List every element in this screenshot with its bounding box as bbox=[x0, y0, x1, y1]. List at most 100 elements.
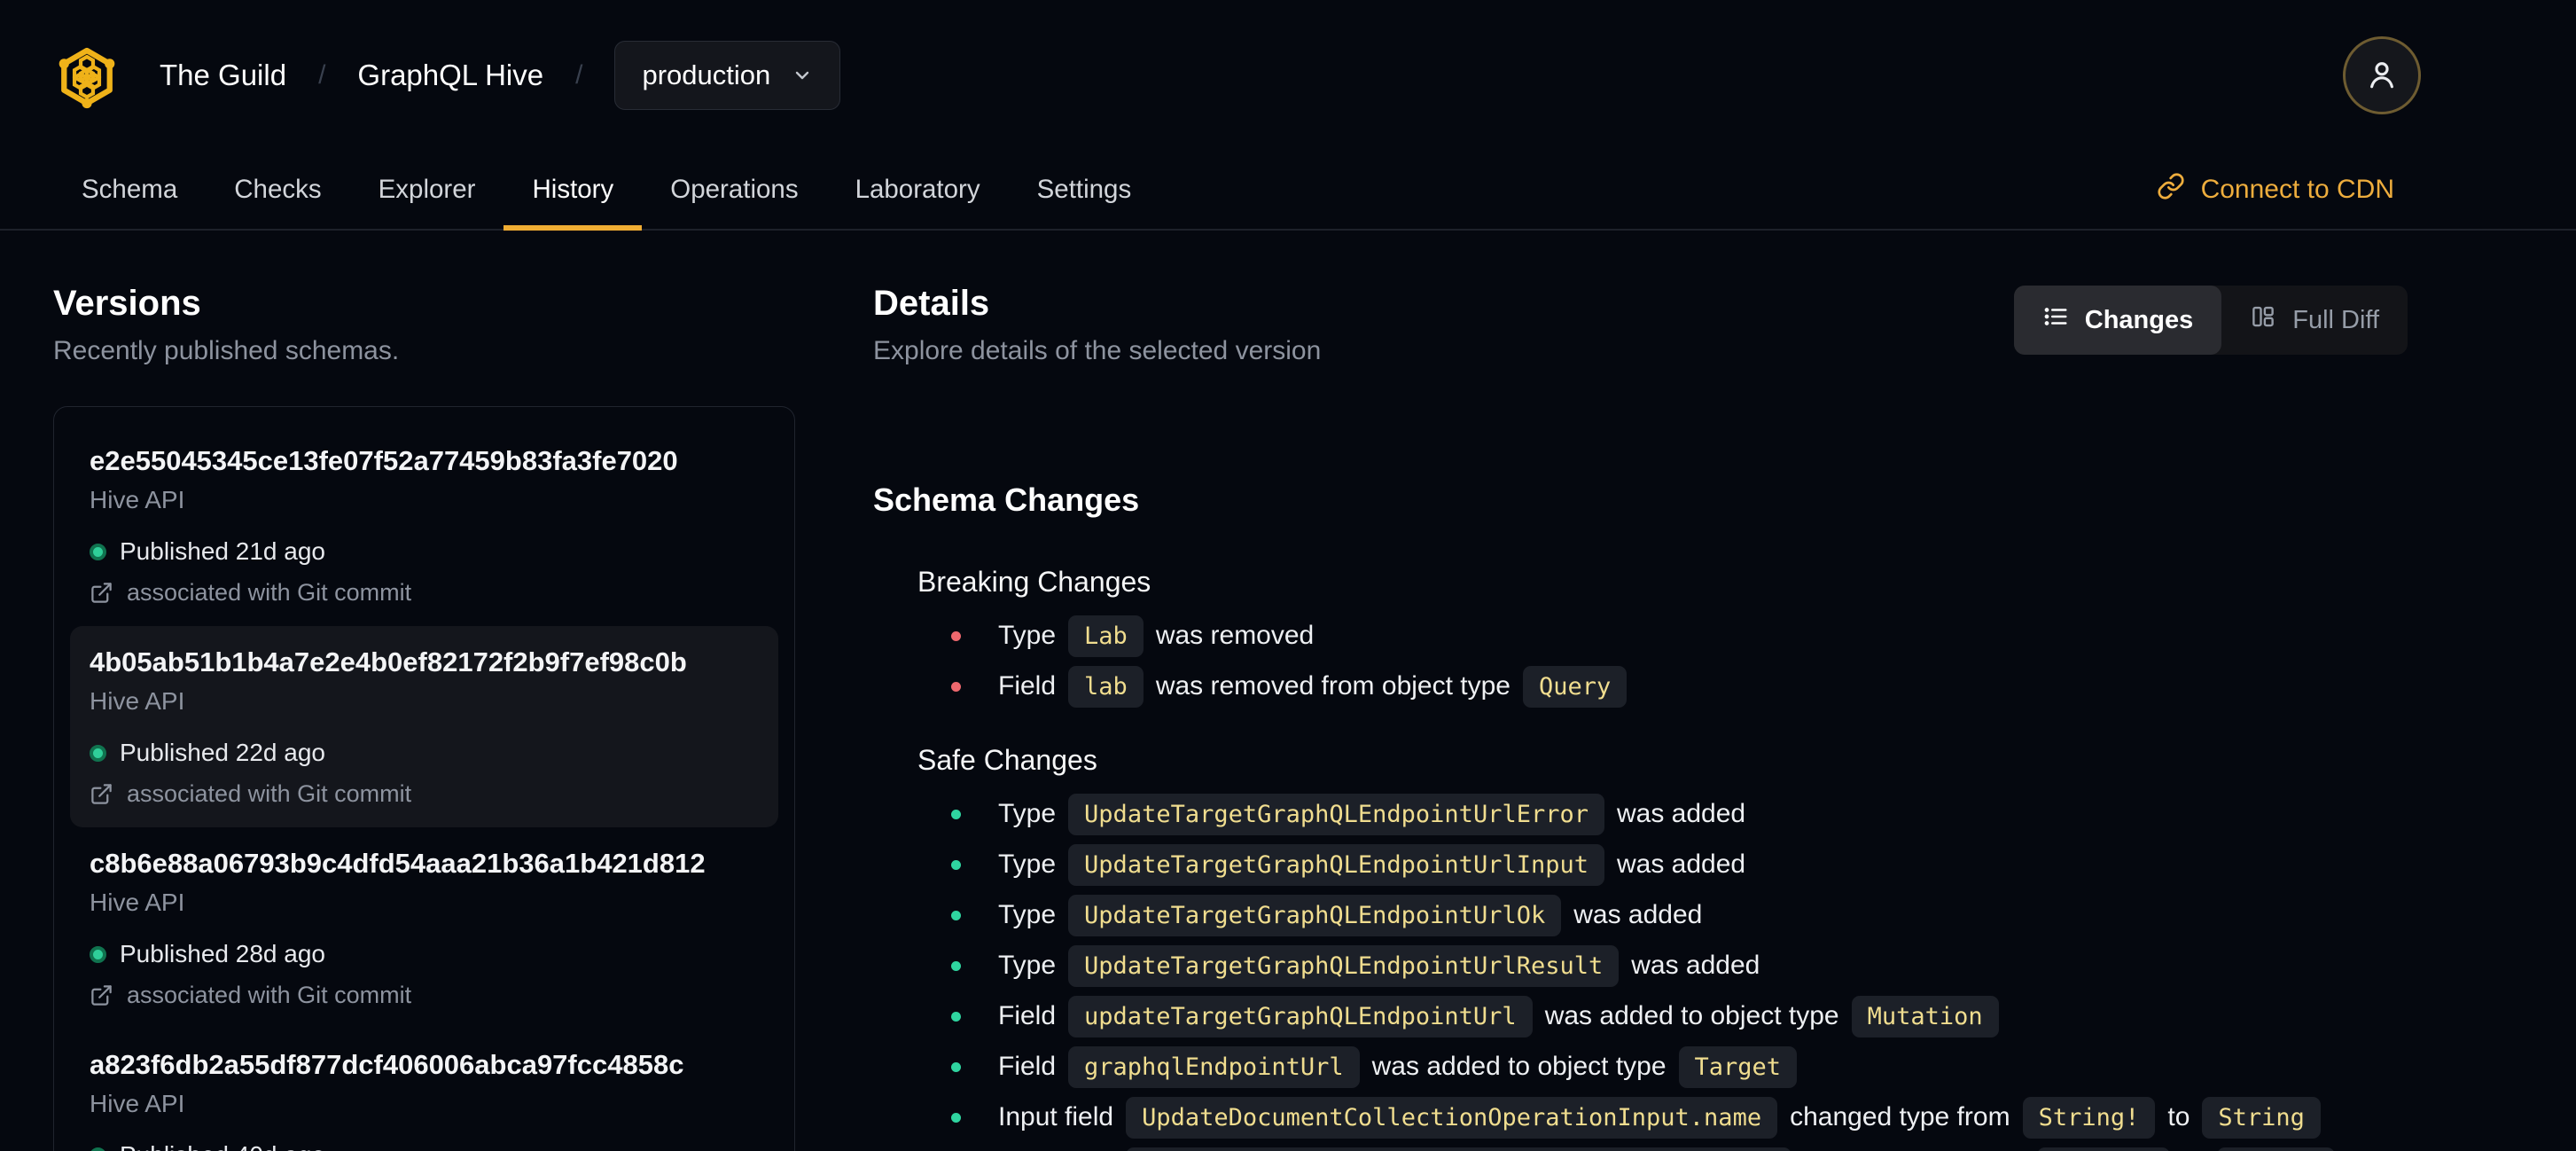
tab-schema[interactable]: Schema bbox=[53, 151, 206, 229]
version-hash: c8b6e88a06793b9c4dfd54aaa21b36a1b421d812 bbox=[90, 848, 706, 879]
bullet-icon bbox=[951, 910, 961, 920]
code-chip: String bbox=[2216, 1147, 2336, 1151]
breadcrumb-separator: / bbox=[575, 60, 583, 90]
version-service: Hive API bbox=[90, 1090, 185, 1117]
bullet-icon bbox=[951, 1011, 961, 1022]
git-commit-label: associated with Git commit bbox=[127, 579, 412, 606]
schema-change-row: Input field UpdateDocumentCollectionOpera… bbox=[873, 1095, 2408, 1139]
versions-list: e2e55045345ce13fe07f52a77459b83fa3fe7020… bbox=[70, 425, 778, 1151]
version-published: Published 22d ago bbox=[120, 739, 325, 766]
git-commit-link[interactable]: associated with Git commit bbox=[90, 780, 759, 808]
breaking-changes-title: Breaking Changes bbox=[917, 566, 1151, 598]
list-icon bbox=[2042, 303, 2069, 337]
schema-change-row: Field graphqlEndpointUrl was added to obje… bbox=[873, 1045, 2408, 1089]
change-text: Field bbox=[998, 1052, 1057, 1081]
safe-changes-group: Safe Changes Type UpdateTargetGraphQLEndp… bbox=[873, 742, 2408, 1151]
version-service: Hive API bbox=[90, 687, 185, 715]
change-text: was added to object type bbox=[1371, 1052, 1667, 1081]
tab-operations[interactable]: Operations bbox=[642, 151, 826, 229]
top-bar: The Guild / GraphQL Hive / production Sc… bbox=[0, 0, 2576, 231]
status-dot-icon bbox=[90, 1147, 106, 1151]
schema-change-row: Type UpdateTargetGraphQLEndpointUrlError w… bbox=[873, 792, 2408, 836]
change-text: Type bbox=[998, 850, 1057, 879]
status-dot-icon bbox=[90, 543, 106, 560]
details-panel: Details Explore details of the selected … bbox=[795, 231, 2408, 1151]
main-nav-row: Schema Checks Explorer History Operation… bbox=[0, 151, 2576, 231]
breaking-changes-group: Breaking Changes Type Lab was removed Field… bbox=[873, 564, 2408, 709]
breadcrumb-org[interactable]: The Guild bbox=[160, 59, 286, 92]
version-status: Published 40d ago bbox=[90, 1140, 759, 1151]
code-chip: UpdateDocumentCollectionOperationInput.n… bbox=[1126, 1096, 1778, 1139]
status-dot-icon bbox=[90, 945, 106, 963]
version-published: Published 28d ago bbox=[120, 940, 325, 967]
tab-history[interactable]: History bbox=[503, 151, 643, 231]
git-commit-link[interactable]: associated with Git commit bbox=[90, 982, 759, 1009]
changes-view-button[interactable]: Changes bbox=[2013, 286, 2222, 355]
bullet-icon bbox=[951, 960, 961, 971]
version-list-item[interactable]: e2e55045345ce13fe07f52a77459b83fa3fe7020… bbox=[70, 425, 778, 626]
external-link-icon bbox=[90, 983, 113, 1007]
version-list-item[interactable]: c8b6e88a06793b9c4dfd54aaa21b36a1b421d812… bbox=[70, 827, 778, 1029]
code-chip: updateTargetGraphQLEndpointUrl bbox=[1068, 995, 1533, 1037]
change-text: was removed bbox=[1155, 621, 1315, 650]
safe-changes-title: Safe Changes bbox=[917, 744, 1097, 776]
change-text: changed type from bbox=[1790, 1102, 2010, 1131]
view-toggle: Changes Full Diff bbox=[2013, 286, 2408, 355]
change-text: Type bbox=[998, 621, 1057, 650]
schema-changes-title: Schema Changes bbox=[873, 482, 1140, 518]
user-menu-button[interactable] bbox=[2343, 36, 2421, 114]
change-text: was added bbox=[1573, 900, 1703, 929]
code-chip: UpdateDocumentCollectionOperationInput.q… bbox=[1126, 1147, 1792, 1151]
columns-icon bbox=[2250, 303, 2276, 337]
code-chip: graphqlEndpointUrl bbox=[1068, 1045, 1360, 1088]
full-diff-view-button[interactable]: Full Diff bbox=[2221, 286, 2408, 355]
version-list-item[interactable]: a823f6db2a55df877dcf406006abca97fcc4858c… bbox=[70, 1029, 778, 1151]
link-icon bbox=[2157, 172, 2185, 207]
git-commit-link[interactable]: associated with Git commit bbox=[90, 579, 759, 607]
code-chip: Target bbox=[1678, 1045, 1798, 1088]
schema-change-row: Type UpdateTargetGraphQLEndpointUrlOk was … bbox=[873, 893, 2408, 937]
bullet-icon bbox=[951, 681, 961, 692]
details-subtitle: Explore details of the selected version bbox=[873, 336, 1322, 365]
version-hash: e2e55045345ce13fe07f52a77459b83fa3fe7020 bbox=[90, 445, 678, 476]
code-chip: UpdateTargetGraphQLEndpointUrlResult bbox=[1068, 944, 1620, 987]
schema-changes-section: Schema Changes Breaking Changes Type Lab w… bbox=[873, 481, 2408, 1151]
breadcrumb-project[interactable]: GraphQL Hive bbox=[357, 59, 543, 92]
version-list-item[interactable]: 4b05ab51b1b4a7e2e4b0ef82172f2b9f7ef98c0b… bbox=[70, 626, 778, 827]
hive-logo-icon[interactable] bbox=[50, 38, 124, 113]
code-chip: UpdateTargetGraphQLEndpointUrlError bbox=[1068, 793, 1604, 835]
code-chip: String bbox=[2202, 1096, 2321, 1139]
git-commit-label: associated with Git commit bbox=[127, 780, 412, 807]
version-status: Published 21d ago bbox=[90, 536, 759, 567]
schema-change-row: Type Lab was removed bbox=[873, 614, 2408, 658]
changes-view-label: Changes bbox=[2084, 305, 2194, 334]
version-published: Published 21d ago bbox=[120, 537, 325, 565]
change-text: was added bbox=[1631, 951, 1760, 980]
code-chip: Mutation bbox=[1851, 995, 1999, 1037]
tab-checks[interactable]: Checks bbox=[206, 151, 349, 229]
brand-row: The Guild / GraphQL Hive / production bbox=[0, 0, 2576, 151]
details-title: Details bbox=[873, 284, 990, 323]
breaking-changes-list: Type Lab was removed Field lab was removed fr… bbox=[873, 614, 2408, 709]
versions-title: Versions bbox=[53, 284, 201, 323]
code-chip: Lab bbox=[1068, 615, 1144, 657]
change-text: to bbox=[2167, 1102, 2190, 1131]
schema-change-row: Field updateTargetGraphQLEndpointUrl was a… bbox=[873, 994, 2408, 1038]
chevron-down-icon bbox=[792, 65, 813, 86]
tab-laboratory[interactable]: Laboratory bbox=[827, 151, 1009, 229]
app-root: The Guild / GraphQL Hive / production Sc… bbox=[0, 0, 2576, 1151]
version-hash: 4b05ab51b1b4a7e2e4b0ef82172f2b9f7ef98c0b bbox=[90, 646, 687, 677]
change-text: Type bbox=[998, 799, 1057, 828]
bullet-icon bbox=[951, 1061, 961, 1072]
target-selector[interactable]: production bbox=[614, 41, 841, 110]
connect-to-cdn-link[interactable]: Connect to CDN bbox=[2157, 151, 2394, 229]
code-chip: Query bbox=[1522, 665, 1628, 708]
versions-subtitle: Recently published schemas. bbox=[53, 336, 400, 365]
tab-settings[interactable]: Settings bbox=[1009, 151, 1160, 229]
change-text: Field bbox=[998, 1001, 1057, 1030]
full-diff-view-label: Full Diff bbox=[2292, 305, 2379, 334]
tab-explorer[interactable]: Explorer bbox=[350, 151, 504, 229]
change-text: was removed from object type bbox=[1155, 671, 1510, 701]
external-link-icon bbox=[90, 782, 113, 806]
bullet-icon bbox=[951, 859, 961, 870]
